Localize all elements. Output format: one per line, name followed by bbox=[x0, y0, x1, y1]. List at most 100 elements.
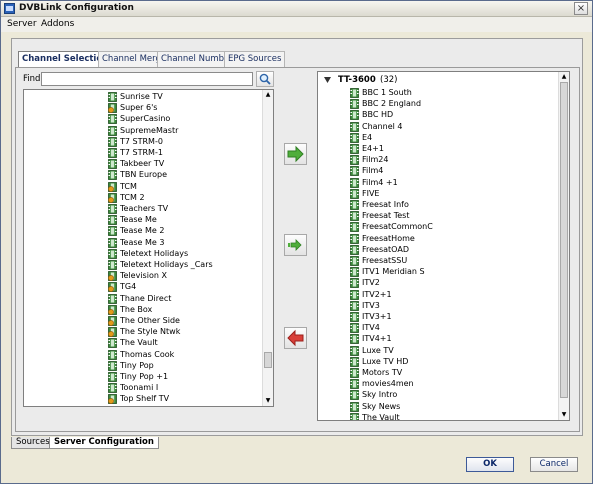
channel-name: Top Shelf TV bbox=[120, 394, 170, 404]
tv-channel-icon bbox=[350, 132, 359, 143]
tv-channel-icon bbox=[108, 237, 117, 248]
tv-channel-icon bbox=[108, 293, 117, 304]
channel-name: The Vault bbox=[120, 338, 158, 348]
tv-channel-icon bbox=[350, 390, 359, 401]
cancel-button[interactable]: Cancel bbox=[530, 457, 578, 472]
channel-name: The Style Ntwk bbox=[120, 327, 181, 337]
scrollbar-thumb[interactable] bbox=[264, 352, 272, 368]
tv-channel-icon bbox=[350, 256, 359, 266]
tv-channel-icon bbox=[350, 289, 359, 300]
tv-channel-icon bbox=[108, 204, 117, 214]
channel-name: The Other Side bbox=[120, 316, 180, 325]
menu-addons[interactable]: Addons bbox=[41, 19, 74, 29]
channel-name: ITV3 bbox=[362, 300, 380, 310]
tv-channel-icon bbox=[350, 188, 359, 199]
tv-channel-icon bbox=[350, 312, 359, 322]
channel-name: Film24 bbox=[362, 155, 389, 165]
channel-name: Sky News bbox=[362, 401, 401, 411]
channel-name: Film4 bbox=[362, 166, 384, 176]
channel-name: Teachers TV bbox=[120, 204, 169, 213]
scrollbar-thumb[interactable] bbox=[560, 82, 568, 398]
channel-name: TCM 2 bbox=[120, 192, 145, 202]
available-channels-scrollbar[interactable]: ▲ ▼ bbox=[262, 90, 273, 406]
add-all-channels-button[interactable] bbox=[284, 234, 307, 256]
channel-name: Freesat Test bbox=[362, 211, 410, 221]
radio-channel-icon bbox=[108, 282, 117, 293]
scroll-up-button[interactable]: ▲ bbox=[263, 90, 273, 100]
tv-channel-icon bbox=[350, 368, 359, 378]
channel-name: Thane Direct bbox=[120, 293, 172, 303]
tv-channel-icon bbox=[350, 222, 359, 233]
radio-channel-icon bbox=[108, 103, 117, 114]
channel-name: Tease Me 2 bbox=[120, 226, 165, 236]
tv-channel-icon bbox=[108, 372, 117, 382]
selected-channels-tree[interactable]: TT-3600 (32) BBC 1 South BBC 2 England BBC… bbox=[317, 71, 570, 421]
available-channels-list[interactable]: Sunrise TV Super 6's SuperCasino SupremeMas… bbox=[23, 89, 274, 407]
tv-channel-icon bbox=[108, 215, 117, 226]
scroll-down-button[interactable]: ▼ bbox=[559, 410, 569, 420]
tv-channel-icon bbox=[350, 233, 359, 244]
tv-channel-icon bbox=[108, 338, 117, 349]
ok-button[interactable]: OK bbox=[466, 457, 514, 472]
channel-name: movies4men bbox=[362, 379, 414, 389]
channel-name: BBC HD bbox=[362, 110, 394, 120]
source-count: (32) bbox=[380, 75, 398, 85]
channel-name: T7 STRM-0 bbox=[120, 136, 163, 146]
find-button[interactable] bbox=[256, 71, 274, 87]
channel-name: ITV1 Meridian S bbox=[362, 267, 425, 277]
tv-channel-icon bbox=[350, 211, 359, 222]
channel-name: BBC 2 England bbox=[362, 99, 422, 109]
radio-channel-icon bbox=[108, 181, 117, 192]
find-input[interactable] bbox=[41, 72, 253, 86]
channel-name: ITV2 bbox=[362, 278, 380, 288]
tv-channel-icon bbox=[108, 248, 117, 259]
dvblink-configuration-window: DVBLink Configuration × Server Addons Ch… bbox=[0, 0, 593, 484]
channel-name: Television X bbox=[120, 271, 167, 281]
channel-name: Sky Intro bbox=[362, 390, 398, 400]
channel-name: ITV2+1 bbox=[362, 289, 392, 299]
scroll-up-button[interactable]: ▲ bbox=[559, 72, 569, 82]
add-channel-button[interactable] bbox=[284, 143, 307, 165]
tv-channel-icon bbox=[350, 177, 359, 188]
source-name: TT-3600 bbox=[338, 75, 376, 85]
channel-name: TG4 bbox=[120, 282, 137, 292]
tv-channel-icon bbox=[350, 166, 359, 177]
channel-name: FreesatSSU bbox=[362, 256, 408, 265]
tv-channel-icon bbox=[350, 356, 359, 367]
close-button[interactable]: × bbox=[574, 2, 588, 15]
tab-epg-sources[interactable]: EPG Sources bbox=[224, 51, 286, 67]
menu-server[interactable]: Server bbox=[7, 19, 37, 29]
channel-name: SuperCasino bbox=[120, 114, 171, 124]
tab-server-configuration[interactable]: Server Configuration bbox=[49, 437, 159, 449]
tv-channel-icon bbox=[350, 121, 359, 132]
channel-name: FreesatHome bbox=[362, 233, 415, 243]
tv-channel-icon bbox=[108, 92, 117, 102]
selected-channels-scrollbar[interactable]: ▲ ▼ bbox=[558, 72, 569, 420]
collapse-triangle-icon[interactable] bbox=[324, 77, 331, 84]
menu-bar: Server Addons bbox=[1, 17, 592, 32]
remove-channel-button[interactable] bbox=[284, 327, 307, 349]
channel-name: Teletext Holidays bbox=[120, 248, 189, 258]
channel-name: ITV4 bbox=[362, 323, 380, 333]
channel-name: Teletext Holidays _Cars bbox=[120, 260, 213, 269]
tv-channel-icon bbox=[350, 99, 359, 110]
tv-channel-icon bbox=[108, 125, 117, 136]
scroll-down-button[interactable]: ▼ bbox=[263, 396, 273, 406]
tv-channel-icon bbox=[350, 379, 359, 390]
channel-name: Tease Me 3 bbox=[120, 237, 165, 247]
tv-channel-icon bbox=[350, 334, 359, 345]
channel-name: T7 STRM-1 bbox=[120, 148, 163, 157]
tv-channel-icon bbox=[108, 159, 117, 170]
bottom-tab-strip: Sources Server Configuration bbox=[1, 437, 592, 449]
channel-name: TCM bbox=[120, 181, 137, 191]
channel-name: TBN Europe bbox=[120, 170, 168, 180]
channel-name: The Vault bbox=[362, 412, 400, 421]
channel-name: ITV3+1 bbox=[362, 312, 392, 321]
channel-name: Takbeer TV bbox=[120, 159, 165, 169]
channel-name: Freesat Info bbox=[362, 200, 409, 209]
channel-name: The Box bbox=[120, 304, 153, 314]
tv-channel-icon bbox=[350, 412, 359, 420]
radio-channel-icon bbox=[108, 394, 117, 405]
channel-name: FIVE bbox=[362, 188, 380, 198]
tv-channel-icon bbox=[350, 267, 359, 278]
